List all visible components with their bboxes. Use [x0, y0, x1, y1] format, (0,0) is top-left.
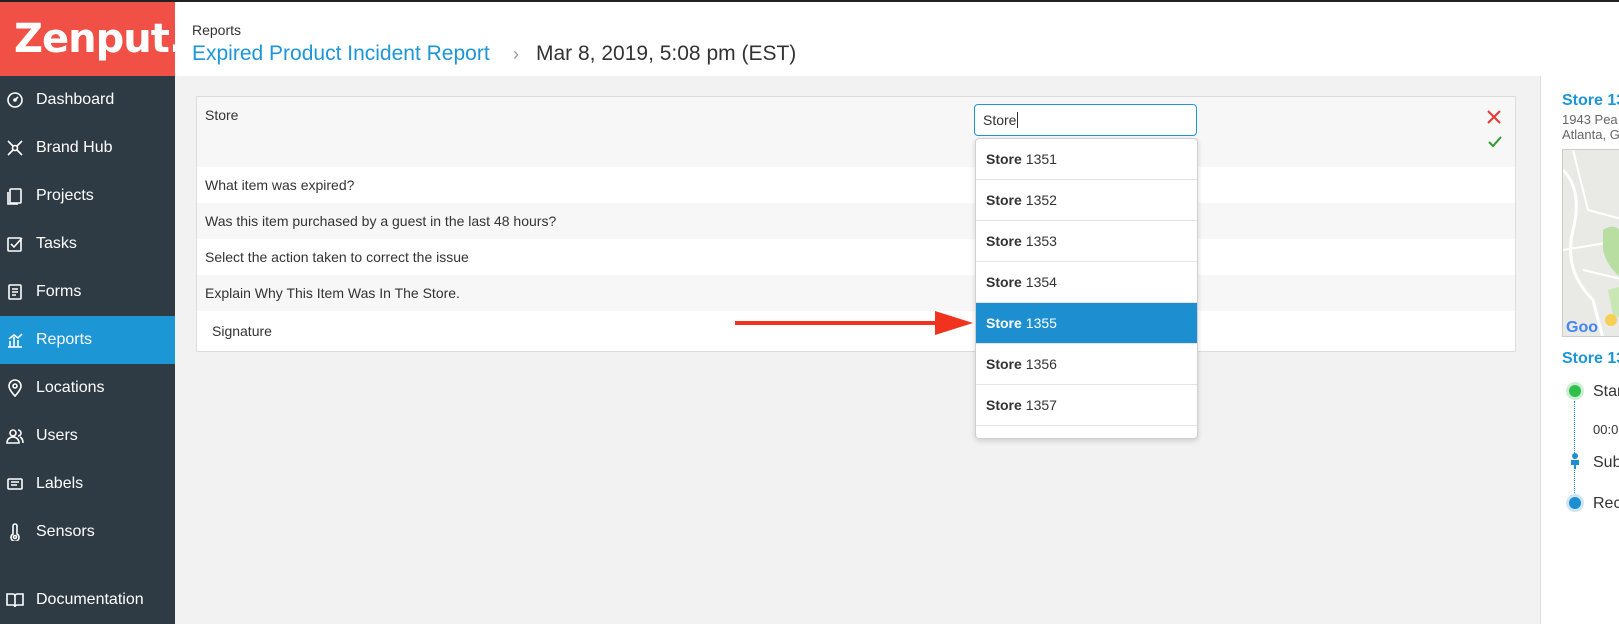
option-match-prefix: Store — [986, 192, 1022, 208]
dropdown-option-store-1353[interactable]: Store 1353 — [976, 221, 1197, 262]
sidebar-item-label: Brand Hub — [36, 139, 113, 156]
dropdown-option-store-1355[interactable]: Store 1355 — [976, 303, 1197, 344]
option-store-number: 1356 — [1025, 356, 1057, 372]
timeline-received-dot-icon — [1566, 494, 1584, 512]
option-store-number: 1354 — [1025, 274, 1057, 290]
sidebar-item-dashboard[interactable]: Dashboard — [0, 76, 175, 124]
projects-icon — [6, 187, 24, 205]
question-label: Was this item purchased by a guest in th… — [205, 213, 557, 229]
dropdown-option-partial[interactable] — [976, 426, 1197, 438]
sidebar-item-projects[interactable]: Projects — [0, 172, 175, 220]
users-icon — [6, 427, 24, 445]
sidebar-item-reports[interactable]: Reports — [0, 316, 175, 364]
dropdown-option-store-1351[interactable]: Store 1351 — [976, 139, 1197, 180]
submission-date: Mar 8, 2019, 5:08 pm (EST) — [536, 42, 797, 65]
sidebar-item-label: Sensors — [36, 523, 95, 540]
option-match-prefix: Store — [986, 151, 1022, 167]
close-icon[interactable] — [1485, 108, 1503, 126]
annotation-arrow-icon — [735, 311, 973, 335]
question-label: What item was expired? — [205, 177, 355, 193]
zenput-logo[interactable]: Zenput. — [0, 0, 184, 76]
sidebar-item-locations[interactable]: Locations — [0, 364, 175, 412]
checkmark-icon[interactable] — [1487, 134, 1503, 150]
reports-icon — [6, 331, 24, 349]
question-label: Store — [205, 107, 239, 123]
store-search-input[interactable]: Store — [974, 104, 1197, 136]
timeline-submitted-label: Sub — [1593, 454, 1619, 471]
question-label: Signature — [212, 323, 272, 339]
option-store-number: 1355 — [1025, 315, 1057, 331]
map-roads-graphic: Goo — [1563, 150, 1619, 336]
location-pin-icon — [6, 379, 24, 397]
sidebar-item-labels[interactable]: Labels — [0, 460, 175, 508]
sidebar-item-label: Dashboard — [36, 91, 115, 108]
sidebar-item-brand-hub[interactable]: Brand Hub — [0, 124, 175, 172]
timeline-start-dot-icon — [1566, 382, 1584, 400]
sidebar-item-label: Labels — [36, 475, 84, 492]
dashboard-icon — [6, 91, 24, 109]
sidebar-item-tasks[interactable]: Tasks — [0, 220, 175, 268]
timeline-connector — [1574, 401, 1575, 501]
sidebar-item-forms[interactable]: Forms — [0, 268, 175, 316]
timeline-duration: 00:0 — [1593, 422, 1619, 437]
question-row-store: Store — [197, 97, 1515, 167]
breadcrumb[interactable]: Reports — [192, 22, 241, 38]
svg-text:Goo: Goo — [1566, 319, 1598, 336]
dropdown-option-store-1354[interactable]: Store 1354 — [976, 262, 1197, 303]
store-address-line2: Atlanta, G — [1562, 127, 1619, 142]
book-icon — [6, 591, 24, 609]
store-title-link[interactable]: Store 13 — [1562, 92, 1619, 110]
sidebar: Zenput. Dashboard Brand Hub Projects Tas… — [0, 0, 184, 624]
brand-hub-icon — [6, 139, 24, 157]
option-match-prefix: Store — [986, 397, 1022, 413]
option-store-number: 1353 — [1025, 233, 1057, 249]
sensors-icon — [6, 523, 24, 541]
option-match-prefix: Store — [986, 274, 1022, 290]
sidebar-item-label: Reports — [36, 331, 93, 348]
sidebar-item-label: Forms — [36, 283, 82, 300]
option-match-prefix: Store — [986, 233, 1022, 249]
sidebar-item-users[interactable]: Users — [0, 412, 175, 460]
sidebar-item-label: Projects — [36, 187, 94, 204]
report-name-link[interactable]: Expired Product Incident Report — [192, 42, 490, 66]
sidebar-item-label: Users — [36, 427, 78, 444]
question-row: Select the action taken to correct the i… — [197, 239, 1515, 275]
dropdown-option-store-1357[interactable]: Store 1357 — [976, 385, 1197, 426]
breadcrumb-separator: › — [513, 44, 519, 64]
dropdown-option-store-1356[interactable]: Store 1356 — [976, 344, 1197, 385]
sidebar-item-label: Tasks — [36, 235, 77, 252]
sidebar-item-label: Documentation — [36, 591, 144, 608]
sidebar-item-documentation[interactable]: Documentation — [0, 576, 175, 624]
question-row: Explain Why This Item Was In The Store. — [197, 275, 1515, 311]
sidebar-item-label: Locations — [36, 379, 105, 396]
timeline-section-title: Store 13 — [1562, 350, 1619, 367]
option-store-number: 1351 — [1025, 151, 1057, 167]
store-map[interactable]: Goo — [1562, 149, 1619, 337]
question-row: What item was expired? — [197, 167, 1515, 203]
sidebar-item-sensors[interactable]: Sensors — [0, 508, 175, 556]
tasks-icon — [6, 235, 24, 253]
store-input-value: Store — [983, 112, 1017, 128]
dropdown-option-store-1352[interactable]: Store 1352 — [976, 180, 1197, 221]
person-pin-icon — [1571, 453, 1579, 469]
question-label: Explain Why This Item Was In The Store. — [205, 285, 460, 301]
option-store-number: 1352 — [1025, 192, 1057, 208]
option-match-prefix: Store — [986, 356, 1022, 372]
store-dropdown-list[interactable]: Store 1351 Store 1352 Store 1353 Store 1354 … — [975, 138, 1198, 439]
store-details-panel: Store 13 1943 Pea Atlanta, G Goo Store 1… — [1540, 76, 1619, 624]
page-header: Reports Expired Product Incident Report … — [175, 0, 1619, 76]
labels-icon — [6, 475, 24, 493]
question-label: Select the action taken to correct the i… — [205, 249, 469, 265]
logo-text: Zenput. — [14, 16, 184, 62]
timeline-received-label: Rec — [1593, 495, 1619, 512]
text-cursor — [1017, 112, 1019, 128]
timeline-started-label: Star — [1593, 383, 1619, 400]
option-match-prefix: Store — [986, 315, 1022, 331]
store-address-line1: 1943 Pea — [1562, 112, 1618, 127]
forms-icon — [6, 283, 24, 301]
option-store-number: 1357 — [1025, 397, 1057, 413]
question-row: Was this item purchased by a guest in th… — [197, 203, 1515, 239]
